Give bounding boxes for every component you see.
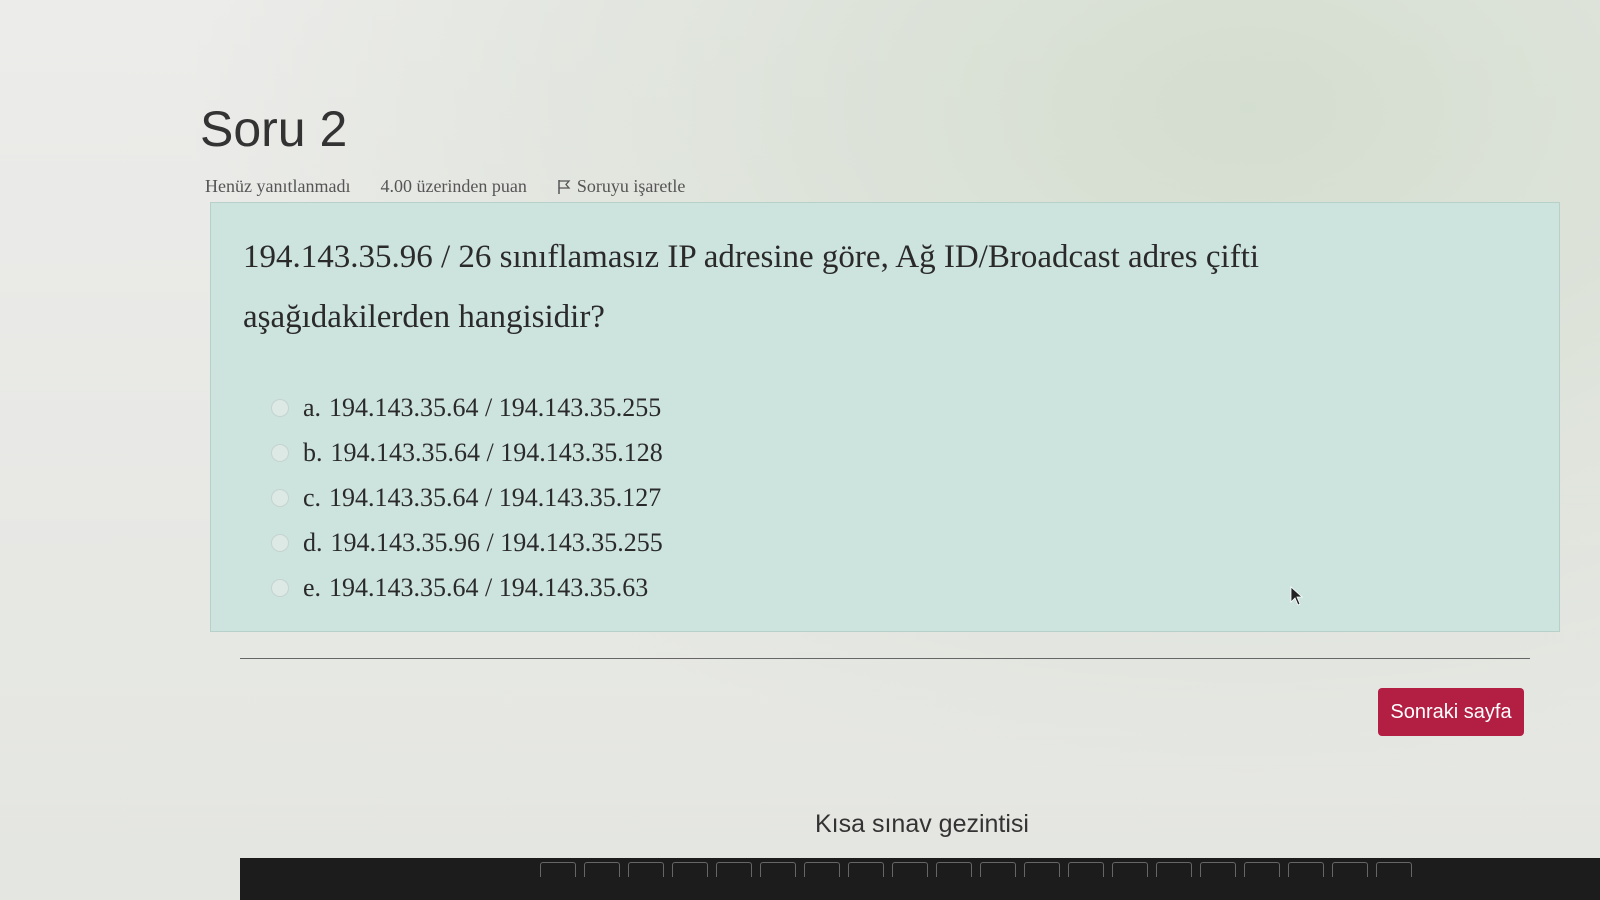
answer-option-d[interactable]: d. 194.143.35.96 / 194.143.35.255 [271, 520, 663, 565]
quiz-nav-button[interactable] [1024, 862, 1060, 877]
quiz-nav-button[interactable] [1200, 862, 1236, 877]
quiz-nav-button[interactable] [760, 862, 796, 877]
answer-radio[interactable] [271, 443, 289, 462]
answer-text: 194.143.35.96 / 194.143.35.255 [330, 527, 663, 557]
answer-text: 194.143.35.64 / 194.143.35.63 [329, 572, 649, 602]
question-info: Henüz yanıtlanmadı 4.00 üzerinden puan S… [205, 176, 685, 197]
question-text: 194.143.35.96 / 26 sınıflamasız IP adres… [243, 239, 1260, 335]
quiz-nav-button[interactable] [540, 862, 576, 877]
answer-option-c[interactable]: c. 194.143.35.64 / 194.143.35.127 [271, 475, 663, 520]
quiz-nav-button[interactable] [1244, 862, 1280, 877]
answer-option-a[interactable]: a. 194.143.35.64 / 194.143.35.255 [271, 385, 663, 430]
answer-text: 194.143.35.64 / 194.143.35.127 [329, 482, 662, 512]
flag-icon [558, 179, 571, 194]
answer-radio[interactable] [271, 533, 289, 552]
answer-option-b[interactable]: b. 194.143.35.64 / 194.143.35.128 [271, 430, 663, 475]
answer-option-e[interactable]: e. 194.143.35.64 / 194.143.35.63 [271, 565, 663, 610]
section-divider [240, 658, 1530, 659]
answer-radio[interactable] [271, 398, 289, 417]
answer-text: 194.143.35.64 / 194.143.35.255 [329, 392, 662, 422]
quiz-nav-button[interactable] [1156, 862, 1192, 877]
answer-text: 194.143.35.64 / 194.143.35.128 [330, 437, 663, 467]
quiz-nav-button[interactable] [936, 862, 972, 877]
quiz-nav-button[interactable] [892, 862, 928, 877]
answer-letter: e. [303, 572, 322, 602]
mouse-cursor-icon [1290, 586, 1304, 606]
quiz-nav-button[interactable] [1376, 862, 1412, 877]
quiz-nav-button[interactable] [1068, 862, 1104, 877]
answer-radio[interactable] [271, 578, 289, 597]
answer-list: a. 194.143.35.64 / 194.143.35.255 b. 194… [271, 385, 663, 610]
answer-letter: a. [303, 392, 322, 422]
quiz-nav-button[interactable] [628, 862, 664, 877]
question-title: Soru 2 [200, 101, 348, 157]
next-page-button[interactable]: Sonraki sayfa [1378, 688, 1524, 736]
answer-letter: d. [303, 527, 323, 557]
quiz-nav-button[interactable] [584, 862, 620, 877]
answer-letter: c. [303, 482, 322, 512]
quiz-nav-button[interactable] [1288, 862, 1324, 877]
question-status: Henüz yanıtlanmadı [205, 176, 351, 196]
quiz-nav-button[interactable] [1112, 862, 1148, 877]
quiz-nav-button[interactable] [672, 862, 708, 877]
flag-question-label: Soruyu işaretle [576, 176, 686, 196]
quiz-nav-button[interactable] [716, 862, 752, 877]
quiz-nav-button[interactable] [980, 862, 1016, 877]
quiz-page: Soru 2 Henüz yanıtlanmadı 4.00 üzerinden… [0, 0, 1600, 900]
quiz-nav-button[interactable] [804, 862, 840, 877]
question-points: 4.00 üzerinden puan [380, 176, 527, 196]
answer-radio[interactable] [271, 488, 289, 507]
answer-letter: b. [303, 437, 323, 467]
quiz-navigation-strip [240, 858, 1600, 900]
quiz-nav-button[interactable] [1332, 862, 1368, 877]
flag-question-link[interactable]: Soruyu işaretle [557, 176, 685, 197]
quiz-navigation-title: Kısa sınav gezintisi [815, 810, 1029, 838]
quiz-nav-button[interactable] [848, 862, 884, 877]
question-content-box: 194.143.35.96 / 26 sınıflamasız IP adres… [210, 202, 1560, 632]
